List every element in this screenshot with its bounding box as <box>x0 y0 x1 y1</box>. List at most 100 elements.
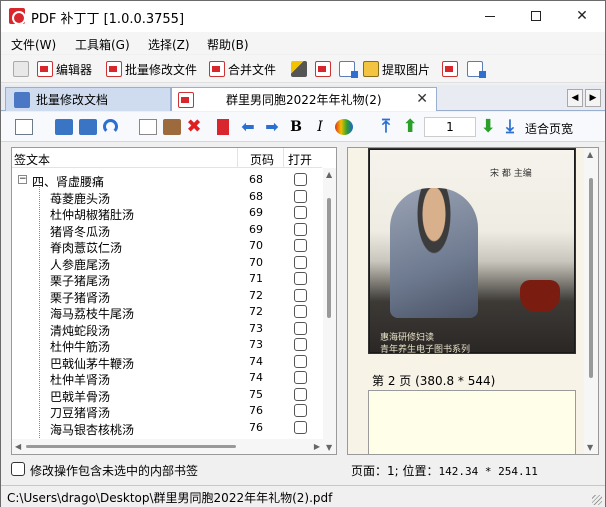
tree-row[interactable]: 清炖蛇段汤 73 <box>12 321 322 338</box>
tree-row[interactable]: 海马银杏核桃汤 76 <box>12 420 322 437</box>
doc-tool-button[interactable] <box>339 59 358 79</box>
scroll-down-icon[interactable]: ▼ <box>587 443 593 452</box>
tree-row[interactable]: 杜仲牛筋汤 73 <box>12 337 322 354</box>
cover-person-image <box>390 188 478 318</box>
extract-images-button[interactable]: 提取图片 <box>363 59 430 79</box>
bookmark-title: 栗子猪肾汤 <box>50 290 111 305</box>
open-checkbox[interactable] <box>294 420 307 434</box>
tree-row[interactable]: 栗子猪肾汤 72 <box>12 288 322 305</box>
tree-row[interactable]: 脊肉薏苡仁汤 70 <box>12 238 322 255</box>
save-as-icon[interactable] <box>79 119 97 135</box>
open-checkbox[interactable] <box>294 371 307 384</box>
checkbox-tool-button[interactable] <box>13 59 29 79</box>
export-button[interactable] <box>467 59 486 79</box>
scroll-up-icon[interactable]: ▲ <box>326 170 332 179</box>
page-number-input[interactable]: 1 <box>424 117 476 137</box>
scroll-left-icon[interactable]: ◀ <box>15 442 21 451</box>
copy-icon[interactable] <box>139 119 157 135</box>
tab-batch-edit[interactable]: 批量修改文档 <box>5 87 171 111</box>
editor-button[interactable]: 编辑器 <box>37 59 92 79</box>
paste-icon[interactable] <box>163 119 181 135</box>
first-page-icon[interactable]: ⤒ <box>377 118 395 136</box>
maximize-button[interactable] <box>513 1 559 32</box>
open-checkbox[interactable] <box>294 338 307 351</box>
header-page[interactable]: 页码 <box>250 151 274 168</box>
file-path: C:\Users\drago\Desktop\群里男同胞2022年年礼物(2).… <box>7 491 333 505</box>
minimize-button[interactable] <box>467 1 513 32</box>
position-value: 142.34 * 254.11 <box>438 465 538 478</box>
tab-document[interactable]: 群里男同胞2022年年礼物(2) ✕ <box>171 87 437 111</box>
open-checkbox[interactable] <box>294 173 307 186</box>
tree-row[interactable]: 杜仲羊肾汤 74 <box>12 370 322 387</box>
batch-edit-button[interactable]: 批量修改文件 <box>106 59 197 79</box>
tab-close-icon[interactable]: ✕ <box>416 91 428 107</box>
delete-icon[interactable]: ✖ <box>185 118 203 136</box>
bold-button[interactable]: B <box>287 119 305 135</box>
scroll-right-icon[interactable]: ▶ <box>314 442 320 451</box>
undo-icon[interactable] <box>103 119 118 134</box>
pdf-image-icon <box>442 61 458 77</box>
open-checkbox[interactable] <box>294 272 307 285</box>
tree-row[interactable]: 巴戟羊骨汤 75 <box>12 387 322 404</box>
file-menu-icon[interactable] <box>15 119 33 135</box>
header-title[interactable]: 签文本 <box>14 151 50 168</box>
open-checkbox[interactable] <box>294 354 307 368</box>
scroll-thumb[interactable] <box>26 445 236 448</box>
bookmark-page: 68 <box>249 173 263 186</box>
header-open[interactable]: 打开 <box>288 151 312 168</box>
tree-row[interactable]: 海马荔枝牛尾汤 72 <box>12 304 322 321</box>
open-checkbox[interactable] <box>294 387 307 401</box>
tree-row[interactable]: 苺菱鹿头汤 68 <box>12 189 322 206</box>
tree-vertical-scrollbar[interactable]: ▲ ▼ <box>323 168 336 454</box>
tab-scroll-right-button[interactable]: ▶ <box>585 89 601 107</box>
menu-toolbox[interactable]: 工具箱(G) <box>75 36 130 53</box>
menu-select[interactable]: 选择(Z) <box>148 36 190 53</box>
menu-help[interactable]: 帮助(B) <box>207 36 249 53</box>
pdf-tool-button[interactable] <box>315 59 331 79</box>
scroll-up-icon[interactable]: ▲ <box>587 150 593 159</box>
include-unselected-checkbox[interactable] <box>11 462 25 476</box>
magic-tool-button[interactable] <box>291 59 307 79</box>
bookmark-title: 巴戟羊骨汤 <box>50 389 111 404</box>
fit-width-button[interactable]: 适合页宽 <box>525 120 573 137</box>
preview-scrollbar[interactable]: ▲ ▼ <box>584 148 598 454</box>
arrow-right-icon[interactable]: ➡ <box>263 119 281 135</box>
open-checkbox[interactable] <box>294 222 307 236</box>
tree-row[interactable]: 猪肾冬瓜汤 69 <box>12 222 322 239</box>
tree-row[interactable]: 人参鹿尾汤 70 <box>12 255 322 272</box>
open-checkbox[interactable] <box>294 288 307 302</box>
merge-button[interactable]: 合并文件 <box>209 59 276 79</box>
arrow-left-icon[interactable]: ⬅ <box>239 119 257 135</box>
tree-row[interactable]: 栗子猪尾汤 71 <box>12 271 322 288</box>
bookmark-page: 71 <box>249 272 263 285</box>
last-page-icon[interactable]: ⤓ <box>501 118 519 136</box>
open-checkbox[interactable] <box>294 189 307 203</box>
menu-file[interactable]: 文件(W) <box>11 36 56 53</box>
tree-row[interactable]: 刀豆猪肾汤 76 <box>12 403 322 420</box>
tree-row[interactable]: 巴戟仙茅牛鞭汤 74 <box>12 354 322 371</box>
pdf-image-button[interactable] <box>442 59 458 79</box>
close-button[interactable]: ✕ <box>559 1 605 32</box>
resize-grip-icon[interactable] <box>592 495 602 505</box>
minimize-icon <box>485 15 495 17</box>
tree-row[interactable]: 杜仲胡椒猪肚汤 69 <box>12 205 322 222</box>
tab-scroll-left-button[interactable]: ◀ <box>567 89 583 107</box>
italic-button[interactable]: I <box>311 119 329 135</box>
tree-horizontal-scrollbar[interactable]: ◀ ▶ <box>12 439 323 454</box>
open-checkbox[interactable] <box>294 206 307 219</box>
next-page-icon[interactable]: ⬇ <box>479 118 497 136</box>
page-preview[interactable]: 宋 都 主编 惠海研修妇读 青年养生电子图书系列 第 2 页 (380.8 * … <box>347 147 599 455</box>
scroll-thumb[interactable] <box>327 198 331 318</box>
scroll-thumb[interactable] <box>589 178 593 378</box>
open-checkbox[interactable] <box>294 239 307 252</box>
open-checkbox[interactable] <box>294 404 307 417</box>
save-icon[interactable] <box>55 119 73 135</box>
previous-page-icon[interactable]: ⬆ <box>401 118 419 136</box>
open-checkbox[interactable] <box>294 305 307 318</box>
scroll-down-icon[interactable]: ▼ <box>326 443 332 452</box>
tree-row[interactable]: 四、肾虚腰痛 68 <box>12 172 322 189</box>
open-checkbox[interactable] <box>294 321 307 335</box>
open-checkbox[interactable] <box>294 255 307 269</box>
color-icon[interactable] <box>335 119 353 135</box>
bookmark-icon[interactable] <box>217 119 229 135</box>
